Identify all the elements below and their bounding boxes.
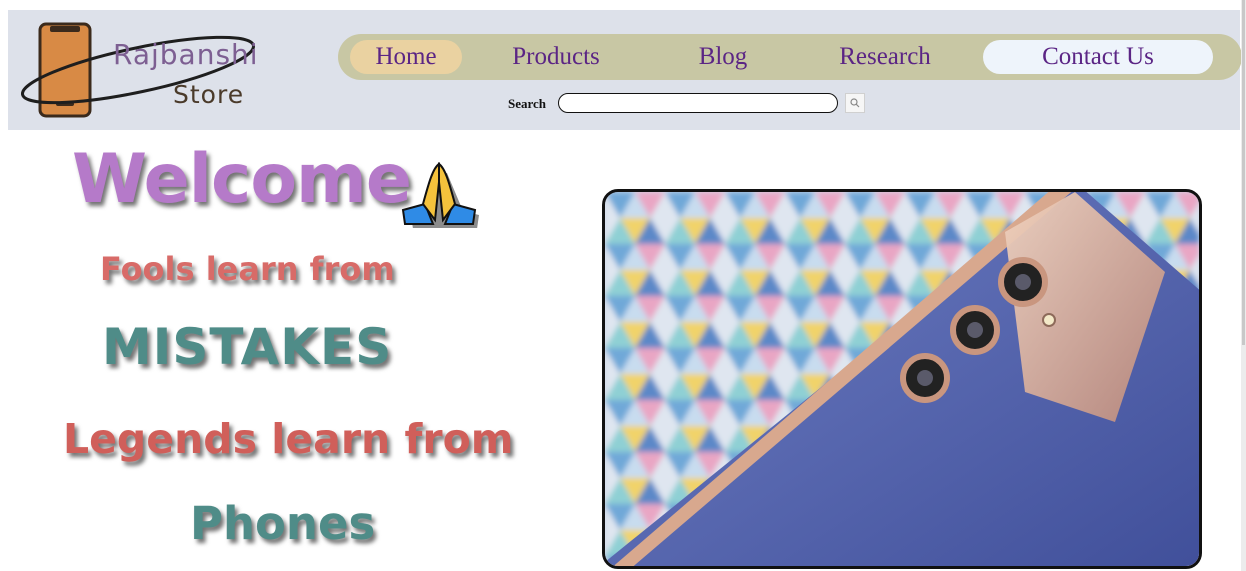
phone-logo-icon: [20, 22, 256, 118]
page-scrollbar-thumb[interactable]: [1242, 0, 1245, 345]
nav-home[interactable]: Home: [350, 40, 462, 74]
quote-line-1: Fools learn from: [100, 250, 395, 288]
phone-photo: [602, 189, 1202, 569]
search-input[interactable]: [558, 93, 838, 113]
search-icon: [850, 98, 860, 108]
logo-name-top: Rajbanshi: [113, 38, 259, 71]
nav-blog[interactable]: Blog: [683, 40, 763, 74]
store-logo[interactable]: Rajbanshi Store: [18, 22, 288, 122]
welcome-heading: Welcome: [72, 140, 412, 219]
nav-products[interactable]: Products: [496, 40, 616, 74]
quote-line-3: Legends learn from: [63, 415, 514, 463]
site-header: Rajbanshi Store Home Products Blog Resea…: [8, 10, 1242, 130]
search-label: Search: [508, 96, 547, 111]
quote-line-4: Phones: [190, 497, 376, 550]
main-nav: Home Products Blog Research Contact Us: [338, 34, 1242, 80]
folded-hands-icon: [401, 162, 479, 228]
nav-contact-us[interactable]: Contact Us: [983, 40, 1213, 74]
logo-name-bottom: Store: [173, 80, 245, 109]
phone-image: [605, 192, 1199, 566]
search-button[interactable]: [845, 93, 865, 113]
nav-research[interactable]: Research: [820, 40, 950, 74]
quote-line-2: MISTAKES: [102, 318, 393, 376]
